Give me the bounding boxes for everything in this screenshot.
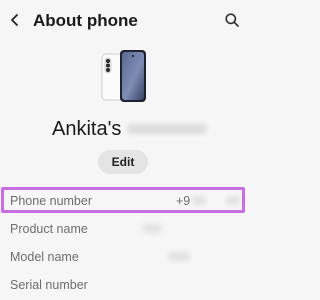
device-name-redacted — [127, 124, 208, 134]
chevron-left-icon — [11, 14, 18, 26]
device-name: Ankita's — [52, 116, 208, 142]
edit-button[interactable]: Edit — [98, 150, 148, 174]
search-icon — [225, 13, 239, 27]
highlight-box — [1, 187, 245, 213]
device-name-text: Ankita's — [52, 118, 122, 140]
info-label: Serial number — [10, 278, 88, 292]
info-label: Model name — [10, 250, 79, 264]
search-button[interactable] — [221, 9, 243, 31]
redacted-value — [142, 224, 162, 233]
info-label: Product name — [10, 222, 88, 236]
back-button[interactable] — [4, 9, 26, 31]
redacted-value — [168, 252, 190, 261]
phone-device-icon — [101, 50, 146, 102]
model-name-row[interactable]: Model name — [0, 243, 252, 271]
page-title: About phone — [33, 11, 138, 30]
serial-number-row[interactable]: Serial number — [0, 271, 252, 299]
app-header: About phone — [0, 0, 252, 42]
product-name-row[interactable]: Product name — [0, 215, 252, 243]
